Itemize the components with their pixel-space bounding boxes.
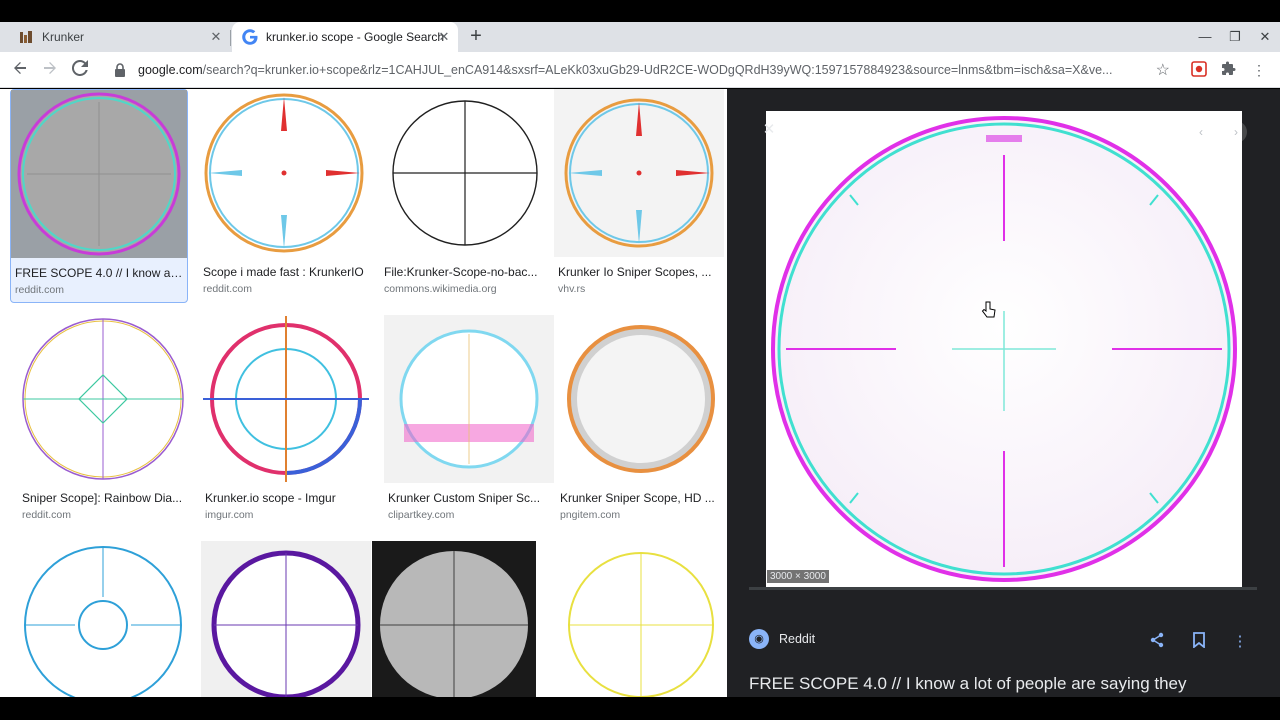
image-result[interactable] [556,541,726,697]
address-bar[interactable]: google.com/search?q=krunker.io+scope&rlz… [104,56,1180,84]
result-thumbnail[interactable] [18,315,188,483]
extensions-puzzle-icon[interactable] [1220,61,1238,79]
back-arrow-icon[interactable] [10,60,30,80]
image-result[interactable]: Sniper Scope]: Rainbow Dia... reddit.com [18,315,188,521]
result-caption[interactable]: Sniper Scope]: Rainbow Dia... [18,491,188,505]
result-thumbnail[interactable] [556,541,726,697]
source-name[interactable]: Reddit [779,632,815,646]
close-window-icon[interactable]: ✕ [1256,28,1274,46]
result-thumbnail[interactable] [18,541,188,697]
save-bookmark-icon[interactable] [1189,632,1209,652]
browser-toolbar: google.com/search?q=krunker.io+scope&rlz… [0,52,1280,88]
more-menu-icon[interactable]: ⋮ [1250,61,1268,79]
result-caption[interactable]: Krunker Io Sniper Scopes, ... [554,265,724,279]
page-content: FREE SCOPE 4.0 // I know a ... reddit.co… [0,89,1280,697]
preview-image[interactable] [766,111,1242,587]
close-tab-icon[interactable]: ✕ [208,29,224,45]
image-results-grid: FREE SCOPE 4.0 // I know a ... reddit.co… [0,89,727,697]
image-result[interactable]: File:Krunker-Scope-no-bac... commons.wik… [380,89,550,295]
result-source: clipartkey.com [388,509,455,521]
tab-google-search[interactable]: krunker.io scope - Google Search ✕ [232,22,458,52]
result-source: imgur.com [205,509,254,521]
tab-title: Krunker [42,30,85,44]
result-thumbnail[interactable] [384,315,554,483]
result-caption[interactable]: File:Krunker-Scope-no-bac... [380,265,550,279]
result-thumbnail[interactable] [201,541,371,697]
forward-arrow-icon[interactable] [40,60,60,80]
more-options-icon[interactable]: ⋮ [1230,632,1250,652]
close-preview-icon[interactable]: ✕ [760,121,778,139]
image-result[interactable]: FREE SCOPE 4.0 // I know a ... reddit.co… [10,89,188,303]
result-source: reddit.com [22,509,72,521]
image-result[interactable] [372,541,536,697]
bookmark-star-icon[interactable]: ☆ [1156,60,1170,80]
minimize-icon[interactable]: — [1196,28,1214,46]
url-host: google.com [138,63,203,77]
url-path: /search?q=krunker.io+scope&rlz=1CAHJUL_e… [202,63,1113,77]
preview-title[interactable]: FREE SCOPE 4.0 // I know a lot of people… [749,674,1269,694]
new-tab-plus-icon[interactable]: + [466,26,486,47]
tab-title: krunker.io scope - Google Search [266,30,445,44]
screen: Krunker ✕ krunker.io scope - Google Sear… [0,0,1280,720]
image-preview-panel: ✕ ‹ › 3000 × 3000 ◉ Reddit ⋮ FREE SCOPE … [727,89,1280,697]
result-caption[interactable]: Krunker Custom Sniper Sc... [384,491,554,505]
url-text: google.com/search?q=krunker.io+scope&rlz… [138,63,1148,77]
lock-icon [114,63,128,77]
google-favicon-icon [242,29,258,45]
result-source: commons.wikimedia.org [384,283,497,295]
result-caption[interactable]: Krunker Sniper Scope, HD ... [556,491,726,505]
share-icon[interactable] [1147,632,1167,652]
reload-icon[interactable] [70,59,90,80]
tab-krunker[interactable]: Krunker ✕ [16,22,230,52]
result-source: reddit.com [15,284,65,296]
hand-cursor-icon [980,301,996,319]
image-result[interactable] [18,541,188,697]
image-result[interactable]: Scope i made fast : KrunkerIO reddit.com [199,89,369,295]
screen-record-extension-icon[interactable] [1190,61,1208,79]
tab-strip: Krunker ✕ krunker.io scope - Google Sear… [0,22,1280,52]
result-source: reddit.com [203,283,253,295]
image-result[interactable] [201,541,371,697]
reddit-globe-icon: ◉ [749,629,769,649]
image-dimensions: 3000 × 3000 [767,570,829,583]
result-thumbnail[interactable] [372,541,536,697]
result-caption[interactable]: Krunker.io scope - Imgur [201,491,371,505]
close-tab-icon[interactable]: ✕ [436,29,452,45]
previous-image-icon[interactable]: ‹ [1190,121,1212,143]
result-thumbnail[interactable] [554,89,724,257]
krunker-favicon-icon [18,29,34,45]
image-result[interactable]: Krunker Sniper Scope, HD ... pngitem.com [556,315,726,521]
result-source: pngitem.com [560,509,621,521]
result-thumbnail[interactable] [201,315,371,483]
preview-divider [749,587,1257,590]
image-result[interactable]: Krunker.io scope - Imgur imgur.com [201,315,371,521]
result-caption[interactable]: Scope i made fast : KrunkerIO [199,265,369,279]
next-image-icon[interactable]: › [1225,121,1247,143]
result-source: vhv.rs [558,283,586,295]
result-thumbnail[interactable] [556,315,726,483]
result-thumbnail[interactable] [11,90,187,258]
tab-separator [230,30,231,46]
image-result[interactable]: Krunker Custom Sniper Sc... clipartkey.c… [384,315,554,521]
result-thumbnail[interactable] [380,89,550,257]
restore-icon[interactable]: ❐ [1226,28,1244,46]
result-caption[interactable]: FREE SCOPE 4.0 // I know a ... [11,266,187,280]
preview-source[interactable]: ◉ Reddit [749,629,815,649]
image-result[interactable]: Krunker Io Sniper Scopes, ... vhv.rs [554,89,724,295]
result-thumbnail[interactable] [199,89,369,257]
